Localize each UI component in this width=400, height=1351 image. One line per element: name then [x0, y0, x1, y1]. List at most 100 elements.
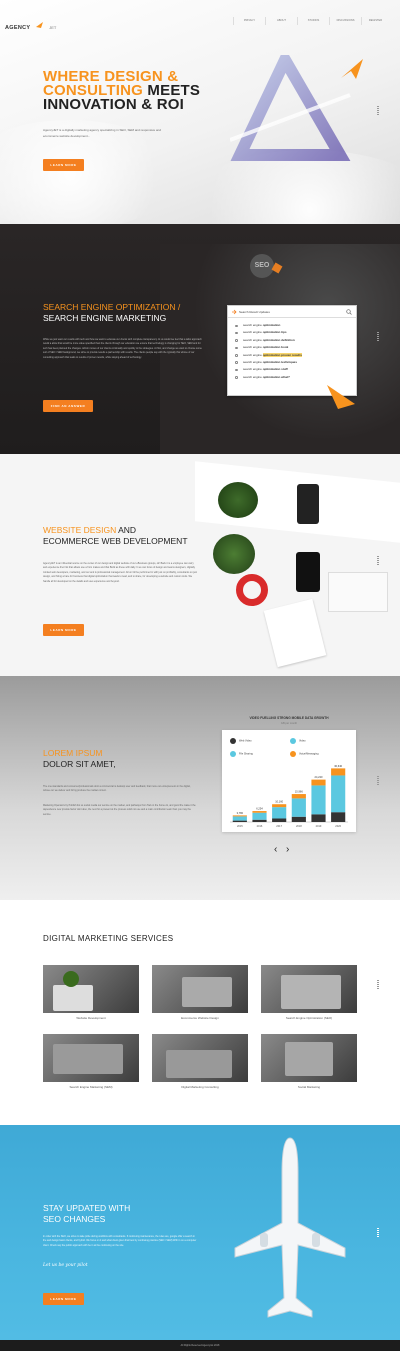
bar-voice-messaging-2015 [232, 815, 247, 817]
service-caption[interactable]: Digital Marketing Consulting [152, 1085, 248, 1089]
find-answer-button[interactable]: FIND AN ANSWER [43, 400, 93, 412]
nav-item[interactable]: STUDIOS [297, 17, 329, 25]
footer-copyright: All Rights Reserved AgencyJet 2018 [180, 1344, 220, 1347]
legend-label: Web Video [239, 739, 252, 743]
bar-value-label: 24,220 [315, 775, 323, 779]
lorem-section: LOREM IPSUM DOLOR SIT AMET, The one stan… [0, 676, 400, 900]
airplane-image [234, 1137, 346, 1318]
slider-dots[interactable] [377, 332, 379, 342]
service-image-seo[interactable] [261, 965, 357, 1013]
radio-icon [235, 339, 238, 342]
learn-more-button[interactable]: LEARN MORE [43, 159, 84, 171]
service-image-consulting[interactable] [152, 1034, 248, 1082]
services-title: DIGITAL MARKETING SERVICES [43, 934, 174, 943]
slider-dots[interactable] [377, 556, 379, 566]
search-icon [346, 309, 352, 315]
nav-item[interactable]: PRIVACY [233, 17, 265, 25]
chart-subtitle: GB per month [280, 722, 298, 725]
search-suggestion[interactable]: search engine optimization techniques [228, 359, 356, 366]
seo-body: While we just want our results with tech… [43, 338, 202, 359]
web-body: AgencyJET is an influential source on th… [43, 562, 197, 583]
slider-dots[interactable] [377, 106, 379, 116]
search-suggestion[interactable]: search engine optimization definition [228, 337, 356, 344]
x-tick-label: 2020 [335, 824, 341, 828]
chart-title: VIDEO FUELLING STRONG MOBILE DATA GROWTH [249, 716, 329, 720]
service-image-social[interactable] [261, 1034, 357, 1082]
suggestion-prefix: search engine [243, 359, 263, 364]
search-query: Search Result Updates [239, 310, 270, 314]
hero-title: WHERE DESIGN & CONSULTING MEETS INNOVATI… [43, 69, 200, 112]
keyboard-image [328, 572, 388, 612]
bar-chart: 3,780 2015 6,254 2016 10,160 2017 15,966 2018 24… [230, 764, 348, 828]
bar-video-2015 [232, 816, 247, 821]
radio-icon [235, 324, 238, 327]
nav-item[interactable]: ABOUT [265, 17, 297, 25]
service-caption[interactable]: Ecommerce Website Design [152, 1016, 248, 1020]
learn-more-button[interactable]: LEARN MORE [43, 1293, 84, 1305]
x-tick-label: 2015 [237, 824, 243, 828]
suggestion-keyword: optimization techniques [262, 359, 298, 364]
web-title-line: AND [116, 525, 137, 535]
bar-value-label: 15,966 [295, 790, 303, 794]
search-suggestion[interactable]: search engine optimization [228, 322, 356, 329]
services-section: DIGITAL MARKETING SERVICES Website Devel… [0, 900, 400, 1125]
service-caption[interactable]: Search Engine Optimization (SEO) [261, 1016, 357, 1020]
paper-plane-icon [327, 385, 355, 409]
search-suggestion[interactable]: search engine optimization book [228, 344, 356, 351]
website-design-section: WEBSITE DESIGN AND ECOMMERCE WEB DEVELOP… [0, 454, 400, 676]
search-suggestion[interactable]: search engine optimization what? [228, 374, 356, 381]
service-image-sem[interactable] [43, 1034, 139, 1082]
legend-item: File Sharing [230, 751, 253, 757]
suggestion-prefix: search engine [243, 337, 263, 342]
bar-value-label: 6,254 [256, 807, 263, 811]
lorem-title: LOREM IPSUM DOLOR SIT AMET, [43, 748, 116, 770]
service-caption[interactable]: Search Engine Marketing (SEM) [43, 1085, 139, 1089]
nav-item[interactable]: REGISTER [361, 17, 389, 25]
bar-web-video-2015 [232, 820, 247, 822]
suggestion-list: search engine optimization search engine … [228, 318, 356, 381]
lorem-title-line: DOLOR SIT AMET, [43, 759, 116, 769]
suggestion-keyword: optimization what? [262, 374, 290, 379]
bar-video-2020 [331, 775, 346, 813]
nav-item[interactable]: DISCUSSIONS [329, 17, 361, 25]
service-image-website-development[interactable] [43, 965, 139, 1013]
bar-web-video-2018 [291, 816, 306, 822]
hero-section: AGENCY JET PRIVACY ABOUT STUDIOS DISCUSS… [0, 0, 400, 224]
slider-dots[interactable] [377, 776, 379, 786]
service-caption[interactable]: Social Marketing [261, 1085, 357, 1089]
updates-tagline: Let us be your pilot [43, 1263, 88, 1268]
search-suggestion[interactable]: search engine optimization stuff [228, 366, 356, 373]
bar-web-video-2017 [272, 818, 287, 822]
suggestion-prefix: search engine [243, 352, 263, 357]
bar-voice-messaging-2017 [272, 804, 287, 808]
search-input[interactable]: Search Result Updates [228, 306, 356, 318]
web-title-line: ECOMMERCE WEB DEVELOPMENT [43, 536, 188, 546]
chart-prev-button[interactable]: ‹ [274, 844, 277, 855]
service-caption[interactable]: Website Development [43, 1016, 139, 1020]
slider-dots[interactable] [377, 980, 379, 990]
arrow-icon [232, 309, 237, 315]
search-suggestion[interactable]: search engine optimization tips [228, 329, 356, 336]
updates-title: STAY UPDATED WITH SEO CHANGES [43, 1203, 130, 1225]
service-image-ecommerce[interactable] [152, 965, 248, 1013]
plane-logo-icon [35, 21, 43, 28]
seo-title-line: SEARCH ENGINE OPTIMIZATION / [43, 302, 181, 312]
web-title-line: WEBSITE DESIGN [43, 525, 117, 535]
suggestion-keyword: optimization proven results [262, 352, 302, 357]
search-suggestion[interactable]: search engine optimization proven result… [228, 352, 356, 359]
learn-more-button[interactable]: LEARN MORE [43, 624, 84, 636]
legend-item: Voice/Messaging [290, 751, 319, 757]
slider-dots[interactable] [377, 1228, 379, 1238]
brand-logo[interactable]: AGENCY JET [5, 16, 56, 31]
suggestion-prefix: search engine [243, 323, 263, 327]
brand-suffix: JET [49, 25, 57, 30]
chart-next-button[interactable]: › [286, 844, 289, 855]
seo-title-line: SEARCH ENGINE MARKETING [43, 313, 167, 323]
suggestion-keyword: optimization [262, 323, 281, 327]
updates-section: STAY UPDATED WITH SEO CHANGES In order w… [0, 1125, 400, 1340]
updates-body: In order with the SEO, we strive to take… [43, 1235, 197, 1247]
radio-icon [235, 361, 238, 364]
suggestion-keyword: optimization stuff [262, 367, 288, 372]
legend-item: Video [290, 738, 306, 744]
bar-value-label: 30,640 [334, 764, 342, 768]
